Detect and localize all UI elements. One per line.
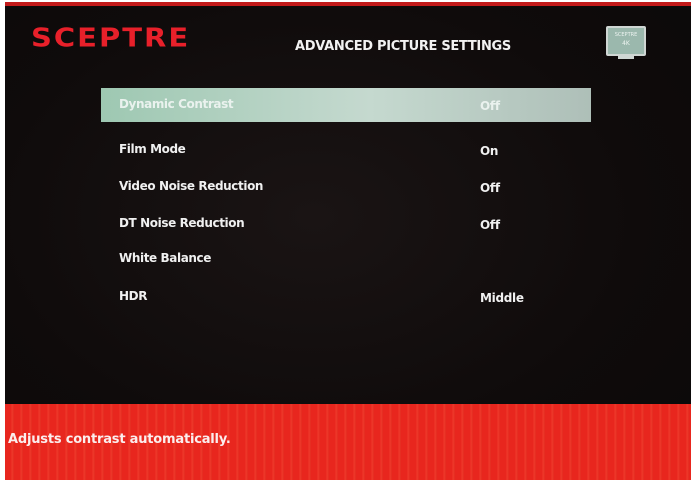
menu-item-video-noise-reduction[interactable]: Video Noise Reduction Off (101, 170, 591, 204)
menu-item-value: Off (480, 99, 500, 113)
help-text: Adjusts contrast automatically. (8, 432, 231, 447)
menu-item-dynamic-contrast[interactable]: Dynamic Contrast Off (101, 88, 591, 122)
tv-screen: SCEPTRE ADVANCED PICTURE SETTINGS SCEPTR… (5, 2, 691, 480)
menu-item-value: Off (480, 218, 500, 232)
help-footer: Adjusts contrast automatically. (5, 404, 691, 480)
menu-item-value: Off (480, 181, 500, 195)
menu-item-dt-noise-reduction[interactable]: DT Noise Reduction Off (101, 207, 591, 241)
menu-item-label: Dynamic Contrast (119, 97, 234, 111)
menu-item-value: Middle (480, 291, 524, 305)
menu-item-value: On (480, 144, 499, 158)
menu-item-white-balance[interactable]: White Balance (101, 242, 591, 276)
menu-item-hdr[interactable]: HDR Middle (101, 280, 591, 314)
menu-item-label: Film Mode (119, 142, 186, 156)
menu-item-label: DT Noise Reduction (119, 216, 245, 230)
menu-item-label: Video Noise Reduction (119, 179, 264, 193)
menu-item-film-mode[interactable]: Film Mode On (101, 133, 591, 167)
menu-item-label: HDR (119, 289, 148, 303)
menu-item-label: White Balance (119, 251, 211, 265)
